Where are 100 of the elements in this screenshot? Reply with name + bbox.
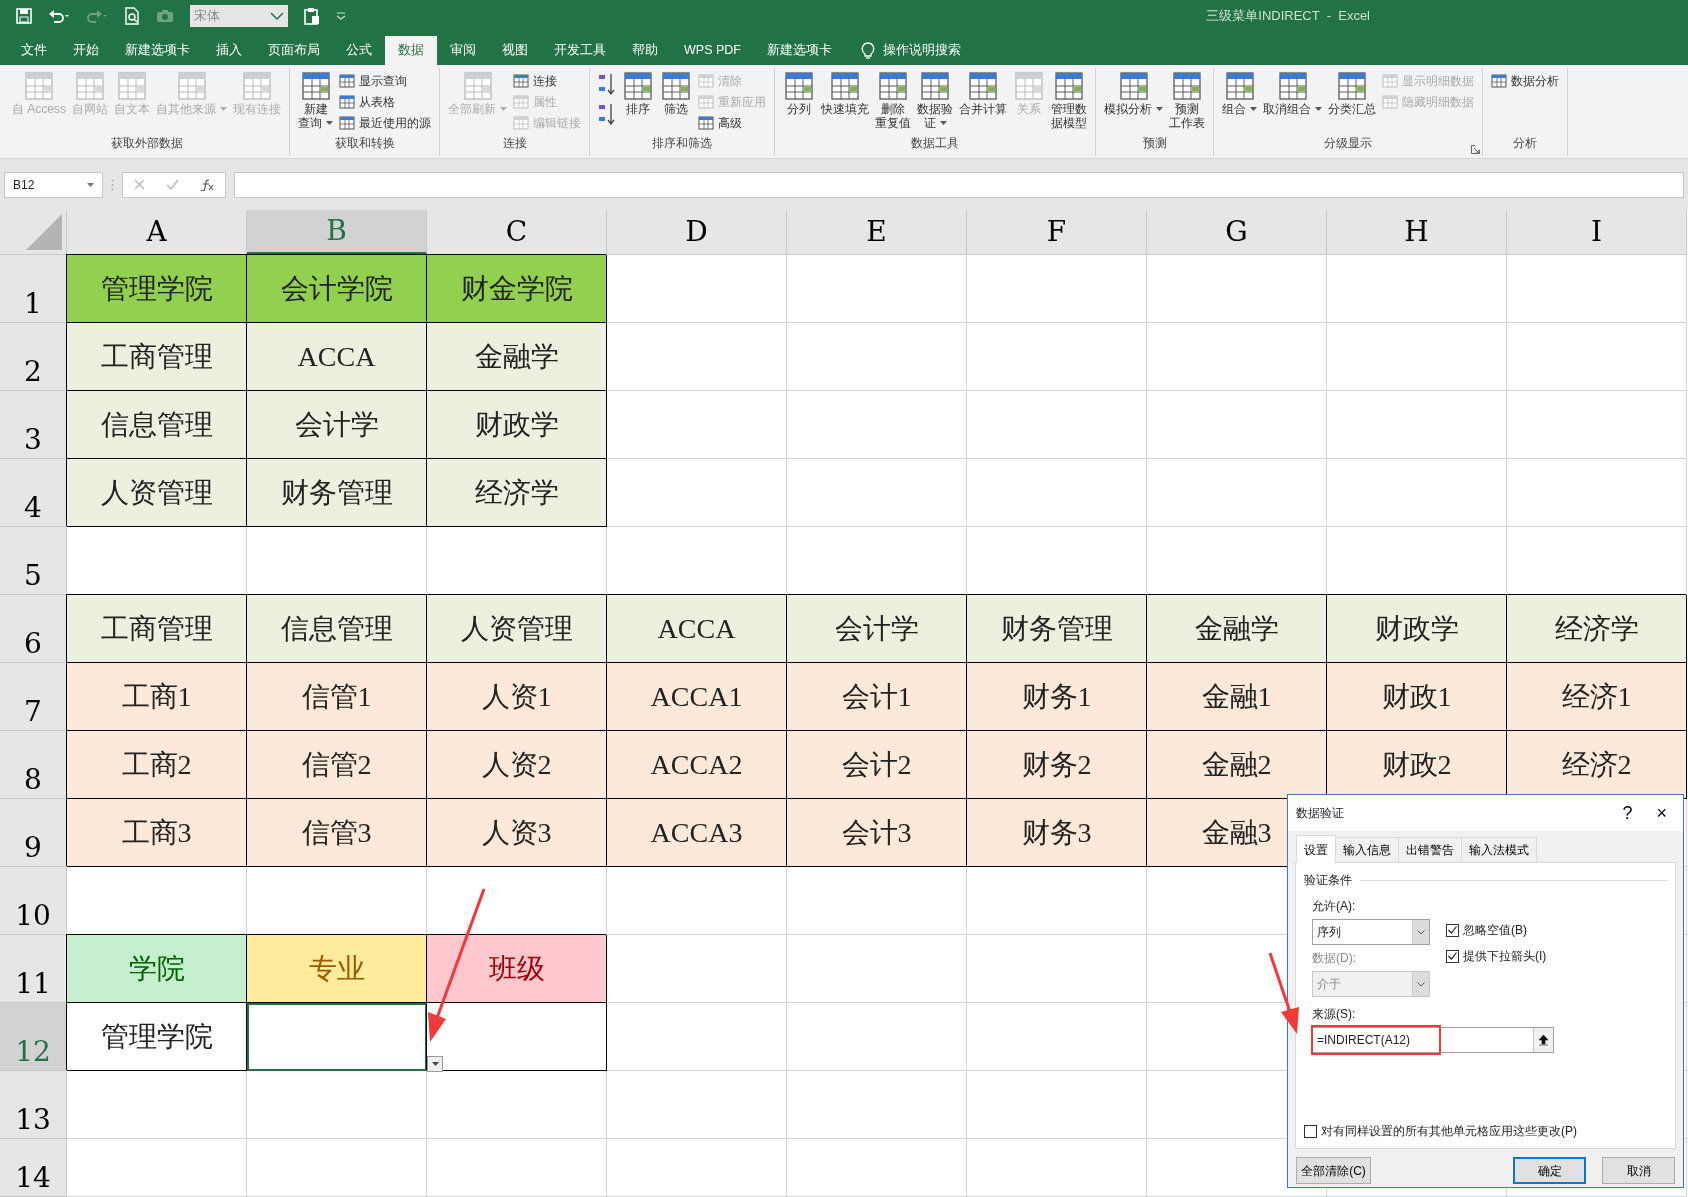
row-header[interactable]: 4: [0, 459, 67, 527]
table-cell: 会计1: [787, 663, 967, 731]
column-header[interactable]: H: [1327, 210, 1507, 255]
column-header[interactable]: G: [1147, 210, 1327, 255]
ribbon-small-button[interactable]: 从表格: [336, 91, 434, 112]
dialog-button[interactable]: 取消: [1602, 1157, 1675, 1184]
table-cell: 会计3: [787, 799, 967, 867]
ribbon-tab[interactable]: WPS PDF: [671, 36, 754, 65]
table-cell: 信息管理: [67, 391, 247, 459]
column-header[interactable]: A: [67, 210, 247, 255]
ribbon-tab[interactable]: 审阅: [437, 36, 489, 65]
ribbon-button[interactable]: 快速填充: [818, 70, 872, 116]
ribbon-tab[interactable]: 文件: [8, 36, 60, 65]
row-header[interactable]: 5: [0, 527, 67, 595]
ribbon-tab[interactable]: 新建选项卡: [753, 36, 845, 65]
ribbon-tab[interactable]: 开始: [60, 36, 112, 65]
row-header[interactable]: 7: [0, 663, 67, 731]
ribbon-button[interactable]: 删除 重复值: [872, 70, 914, 130]
table-cell: 会计学: [247, 391, 427, 459]
ribbon-small-button[interactable]: 连接: [510, 70, 584, 91]
row-header[interactable]: 3: [0, 391, 67, 459]
ribbon-button[interactable]: 新建 查询: [295, 70, 336, 130]
ribbon-small-button[interactable]: 显示查询: [336, 70, 434, 91]
dialog-tab[interactable]: 设置: [1296, 835, 1336, 863]
function-icon[interactable]: [200, 178, 215, 191]
selected-cell[interactable]: [247, 1003, 427, 1071]
table-cell: 人资2: [427, 731, 607, 799]
close-button[interactable]: ×: [1648, 804, 1675, 822]
row-header[interactable]: 11: [0, 935, 67, 1003]
dialog-button[interactable]: 确定: [1513, 1157, 1586, 1184]
ribbon-button[interactable]: 排序: [619, 70, 657, 116]
table-cell: 工商管理: [67, 323, 247, 391]
paste-icon[interactable]: [304, 7, 320, 25]
column-header[interactable]: D: [607, 210, 787, 255]
grid-icon: [1491, 72, 1507, 89]
grid-icon: [513, 114, 529, 131]
dialog-launcher-icon[interactable]: [1471, 145, 1480, 154]
ribbon-tab[interactable]: 页面布局: [255, 36, 333, 65]
column-header[interactable]: C: [427, 210, 607, 255]
table-cell: 人资1: [427, 663, 607, 731]
ribbon-tab[interactable]: 新建选项卡: [112, 36, 203, 65]
dialog-tab[interactable]: 输入法模式: [1461, 837, 1537, 862]
dropdown-select[interactable]: 序列: [1312, 919, 1430, 945]
grid-icon: [698, 93, 714, 110]
help-button[interactable]: ?: [1614, 804, 1641, 822]
ribbon-tab[interactable]: 开发工具: [541, 36, 619, 65]
source-input[interactable]: =INDIRECT(A12): [1312, 1027, 1554, 1053]
ribbon-button[interactable]: 取消组合: [1260, 70, 1325, 116]
column-header[interactable]: E: [787, 210, 967, 255]
ribbon-tab[interactable]: 帮助: [619, 36, 671, 65]
ribbon-button[interactable]: 合并计算: [956, 70, 1010, 116]
group-label: 预测: [1142, 135, 1167, 152]
row-header[interactable]: 1: [0, 255, 67, 323]
row-header[interactable]: 9: [0, 799, 67, 867]
ribbon-small-button[interactable]: 数据分析: [1488, 70, 1562, 91]
ribbon-button[interactable]: 数据验 证: [914, 70, 956, 130]
ribbon-button[interactable]: 预测 工作表: [1166, 70, 1208, 130]
ribbon-button[interactable]: 模拟分析: [1101, 70, 1166, 116]
checkbox[interactable]: [1446, 949, 1459, 963]
group-label: 排序和筛选: [652, 135, 712, 152]
column-header[interactable]: I: [1507, 210, 1687, 255]
dialog-button[interactable]: 全部清除(C): [1296, 1157, 1371, 1184]
spreadsheet-icon: [1276, 70, 1309, 102]
row-header[interactable]: 10: [0, 867, 67, 935]
save-icon[interactable]: [16, 8, 32, 24]
ribbon-small-button[interactable]: 最近使用的源: [336, 112, 434, 133]
row-header[interactable]: 2: [0, 323, 67, 391]
ribbon-tab[interactable]: 数据: [385, 36, 437, 65]
ribbon-button[interactable]: 管理数 据模型: [1048, 70, 1090, 130]
ribbon-tab[interactable]: 公式: [333, 36, 385, 65]
row-header[interactable]: 6: [0, 595, 67, 663]
tell-me-search[interactable]: 操作说明搜索: [882, 41, 961, 60]
ribbon-button[interactable]: 分类汇总: [1325, 70, 1379, 116]
ribbon-tab[interactable]: 视图: [489, 36, 541, 65]
column-header[interactable]: B: [247, 210, 427, 255]
lightbulb-icon[interactable]: [860, 41, 875, 60]
row-header[interactable]: 14: [0, 1139, 67, 1197]
row-header[interactable]: 12: [0, 1003, 67, 1071]
checkbox[interactable]: [1304, 1124, 1317, 1138]
table-cell: 人资管理: [427, 595, 607, 663]
checkmark-icon[interactable]: [166, 179, 179, 190]
ribbon-small-button[interactable]: 高级: [695, 112, 769, 133]
checkbox[interactable]: [1446, 923, 1459, 937]
customize-caret-icon[interactable]: [336, 12, 346, 20]
table-cell: 财政1: [1327, 663, 1507, 731]
dropdown-button[interactable]: [427, 1056, 443, 1072]
spreadsheet-icon: [299, 70, 332, 102]
column-header[interactable]: F: [967, 210, 1147, 255]
ribbon-button[interactable]: 组合: [1219, 70, 1260, 116]
ribbon-tab[interactable]: 插入: [203, 36, 255, 65]
row-header[interactable]: 8: [0, 731, 67, 799]
ribbon-button[interactable]: 筛选: [657, 70, 695, 116]
range-select-button[interactable]: [1533, 1028, 1553, 1052]
table-cell: 财务管理: [967, 595, 1147, 663]
undo-icon[interactable]: [48, 8, 70, 24]
ribbon-button[interactable]: 分列: [780, 70, 818, 116]
row-header[interactable]: 13: [0, 1071, 67, 1139]
print-preview-icon[interactable]: [124, 7, 140, 25]
name-box[interactable]: B12: [4, 171, 103, 198]
formula-input[interactable]: [234, 171, 1684, 198]
